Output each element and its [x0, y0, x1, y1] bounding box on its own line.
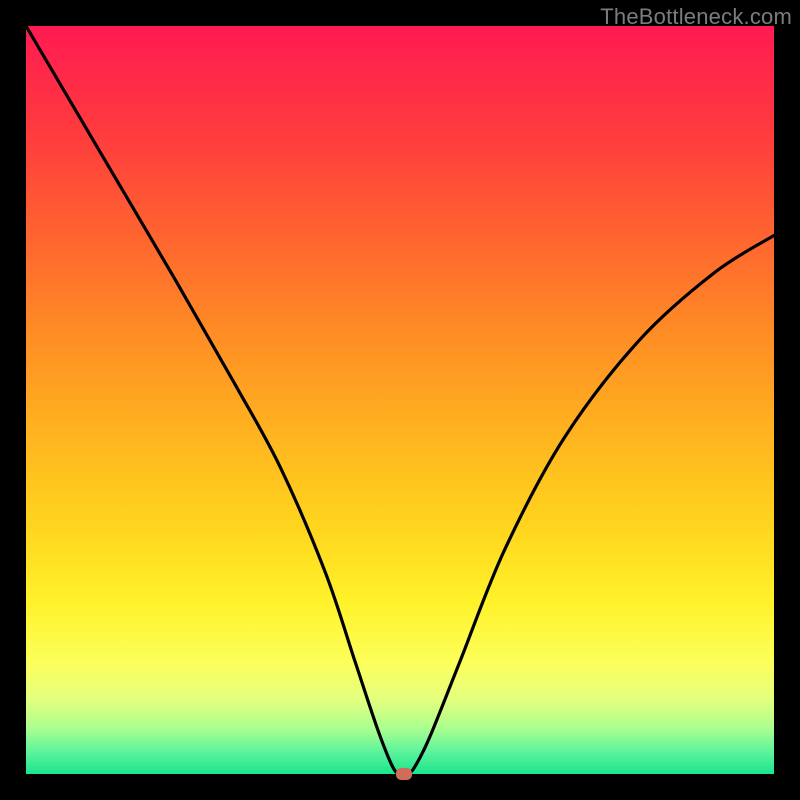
watermark-text: TheBottleneck.com: [600, 4, 792, 30]
chart-frame: TheBottleneck.com: [0, 0, 800, 800]
minimum-marker: [396, 768, 412, 780]
plot-area: [26, 26, 774, 774]
bottleneck-curve: [26, 26, 774, 774]
